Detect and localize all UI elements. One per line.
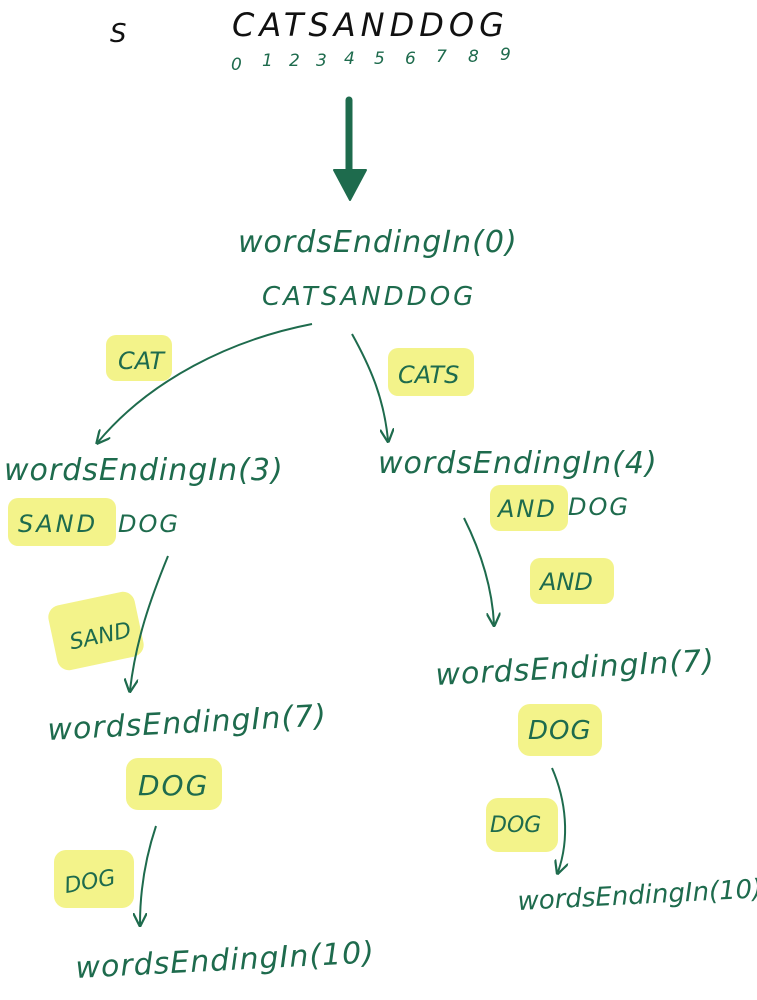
left-call: wordsEndingIn(3) — [4, 453, 284, 488]
diagram-svg: S CATSANDDOG 0 1 2 3 4 5 6 7 8 9 wordsEn… — [4, 6, 757, 986]
input-string: CATSANDDOG — [232, 6, 509, 44]
edge-arrow-and — [463, 517, 494, 624]
edge-arrow-cats — [351, 333, 388, 440]
root-call: wordsEndingIn(0) — [238, 225, 518, 260]
index-1: 1 — [262, 51, 273, 71]
index-0: 0 — [231, 55, 242, 75]
main-down-arrow — [333, 96, 367, 201]
edge-arrow-dog-left — [140, 825, 157, 924]
index-6: 6 — [405, 49, 416, 69]
index-8: 8 — [468, 47, 479, 67]
index-7: 7 — [436, 47, 447, 67]
left-leaf-call: wordsEndingIn(10) — [75, 935, 376, 986]
right-remaining-highlighted: AND — [496, 495, 557, 523]
index-3: 3 — [316, 51, 327, 71]
index-row: 0 1 2 3 4 5 6 7 8 9 — [231, 45, 511, 75]
right-leaf-call: wordsEndingIn(10) — [517, 874, 757, 917]
index-9: 9 — [500, 45, 511, 65]
right-mid-remaining: DOG — [528, 716, 592, 746]
left-remaining-highlighted: SAND — [18, 510, 98, 538]
recursion-tree-diagram: S CATSANDDOG 0 1 2 3 4 5 6 7 8 9 wordsEn… — [0, 0, 757, 1000]
index-4: 4 — [344, 49, 355, 69]
edge-label-cat: CAT — [118, 347, 166, 375]
edge-label-cats: CATS — [398, 361, 459, 389]
index-2: 2 — [289, 51, 300, 71]
index-5: 5 — [374, 49, 385, 69]
left-mid-call: wordsEndingIn(7) — [47, 698, 328, 748]
right-mid-call: wordsEndingIn(7) — [435, 643, 716, 693]
edge-label-dog-right: DOG — [490, 813, 541, 838]
edge-label-and: AND — [538, 568, 593, 596]
root-remaining: CATSANDDOG — [262, 282, 476, 312]
left-remaining-rest: DOG — [118, 510, 180, 538]
left-mid-remaining: DOG — [138, 769, 209, 802]
string-var-label: S — [110, 19, 127, 49]
right-call: wordsEndingIn(4) — [378, 446, 658, 481]
right-remaining-rest: DOG — [568, 493, 630, 521]
